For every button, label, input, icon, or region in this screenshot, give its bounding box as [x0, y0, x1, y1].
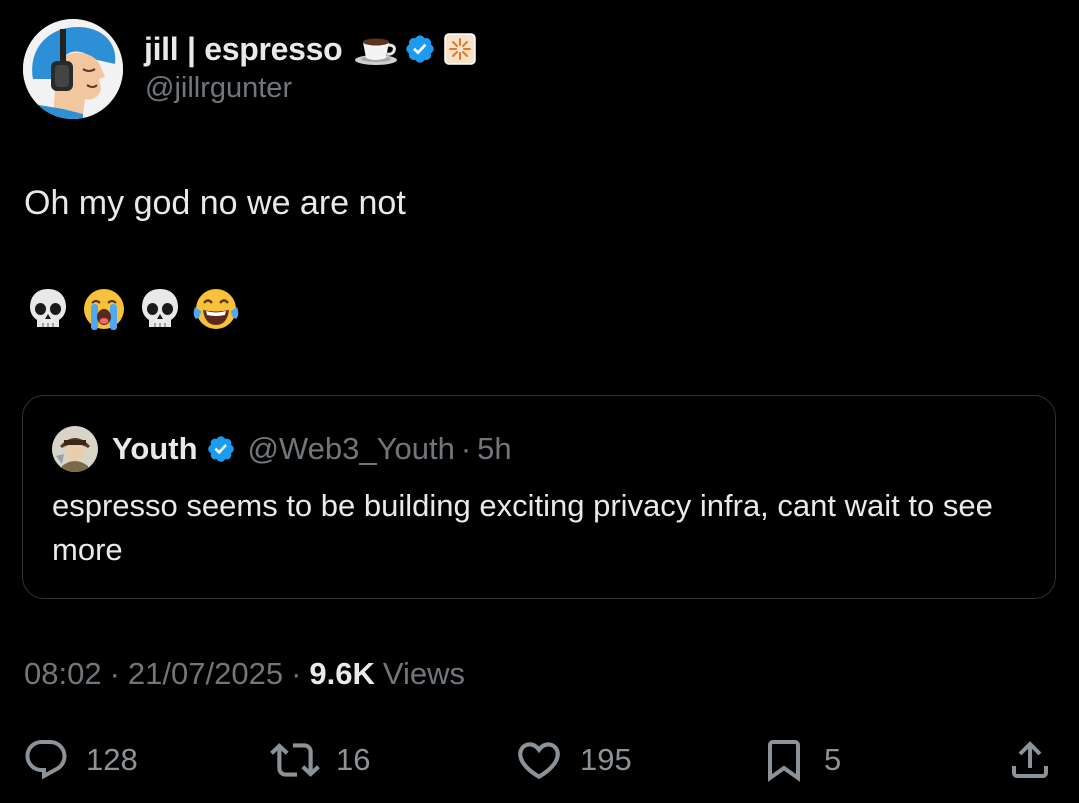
tweet-emoji-row	[24, 285, 240, 333]
heart-icon	[514, 735, 564, 785]
separator-dot: ·	[291, 656, 302, 691]
like-button[interactable]: 195	[514, 730, 632, 790]
tweet-time[interactable]: 08:02	[24, 656, 102, 692]
skull-emoji-icon	[136, 285, 184, 333]
quoted-author-handle[interactable]: @Web3_Youth	[248, 431, 455, 467]
views-count[interactable]: 9.6K	[309, 656, 374, 692]
quoted-author-name[interactable]: Youth	[112, 431, 198, 467]
quoted-tweet-time[interactable]: 5h	[477, 431, 511, 467]
bookmark-count: 5	[824, 742, 842, 777]
quoted-author-row[interactable]: Youth @Web3_Youth · 5h	[112, 429, 512, 469]
like-count: 195	[580, 742, 632, 777]
reply-icon	[22, 736, 70, 784]
quoted-author-avatar[interactable]	[52, 426, 98, 472]
coffee-cup-icon	[354, 32, 400, 66]
reply-count: 128	[86, 742, 138, 777]
verified-badge-icon[interactable]	[206, 434, 236, 464]
share-icon	[1006, 736, 1054, 784]
author-name-separator: |	[186, 30, 196, 67]
quoted-tweet-card[interactable]: Youth @Web3_Youth · 5h espresso seems to…	[22, 395, 1056, 599]
repost-button[interactable]: 16	[270, 730, 370, 790]
tweet-text: Oh my god no we are not	[24, 184, 406, 222]
loudly-crying-emoji-icon	[80, 285, 128, 333]
repost-count: 16	[336, 742, 371, 777]
verified-badge-icon[interactable]	[404, 33, 436, 65]
skull-emoji-icon	[24, 285, 72, 333]
views-label: Views	[382, 656, 466, 691]
separator-dot: ·	[460, 431, 472, 466]
author-name-suffix[interactable]: espresso	[204, 31, 342, 68]
action-bar: 128 16 195 5	[0, 730, 1079, 790]
tears-of-joy-emoji-icon	[192, 285, 240, 333]
tweet-date[interactable]: 21/07/2025	[128, 656, 283, 692]
author-display-name[interactable]: jill	[144, 31, 179, 68]
repost-icon	[270, 735, 320, 785]
author-name-row[interactable]: jill | espresso	[144, 28, 477, 70]
bookmark-icon	[760, 736, 808, 784]
reply-button[interactable]: 128	[22, 730, 138, 790]
share-button[interactable]	[1006, 730, 1054, 790]
affiliation-badge-icon[interactable]	[444, 33, 477, 65]
quoted-tweet-text: espresso seems to be building exciting p…	[52, 488, 993, 567]
author-avatar[interactable]	[23, 19, 123, 119]
author-handle[interactable]: @jillrgunter	[145, 72, 292, 105]
tweet: jill | espresso @jillrgunter Oh my god n…	[0, 0, 1079, 803]
bookmark-button[interactable]: 5	[760, 730, 841, 790]
separator-dot: ·	[109, 656, 120, 691]
tweet-meta: 08:02 · 21/07/2025 · 9.6K Views	[24, 656, 465, 692]
